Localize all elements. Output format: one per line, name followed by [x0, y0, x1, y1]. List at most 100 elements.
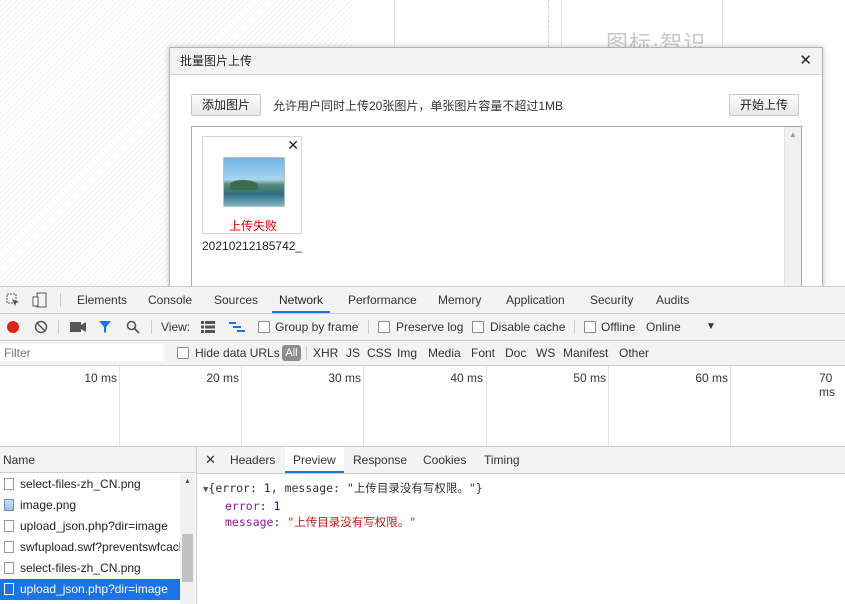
property-value: "上传目录没有写权限。"	[287, 515, 417, 529]
tab-application[interactable]: Application	[506, 287, 565, 313]
timeline-tick-label: 10 ms	[84, 371, 117, 385]
request-row-selected[interactable]: upload_json.php?dir=image	[0, 579, 180, 600]
inspect-element-icon[interactable]	[6, 287, 20, 313]
devtools-tabbar: Elements Console Sources Network Perform…	[0, 287, 845, 314]
add-image-button[interactable]: 添加图片	[191, 94, 262, 116]
device-toolbar-icon[interactable]	[32, 287, 48, 313]
request-row[interactable]: swfupload.swf?preventswfcach	[0, 537, 180, 558]
hide-data-urls-checkbox[interactable]	[177, 347, 189, 359]
preserve-log-checkbox[interactable]	[378, 321, 390, 333]
tab-timing[interactable]: Timing	[484, 447, 520, 473]
request-detail-pane: ✕ Headers Preview Response Cookies Timin…	[197, 447, 845, 604]
remove-item-icon[interactable]: ✕	[287, 137, 299, 154]
filter-type-manifest[interactable]: Manifest	[563, 341, 608, 365]
scroll-up-arrow-icon[interactable]: ▲	[789, 130, 797, 139]
filter-input[interactable]	[0, 344, 164, 361]
filter-type-ws[interactable]: WS	[536, 341, 555, 365]
timeline-gridline	[241, 366, 242, 446]
filter-funnel-icon[interactable]	[98, 314, 112, 340]
filter-type-font[interactable]: Font	[471, 341, 495, 365]
preview-summary: {error: 1, message: "上传目录没有写权限。"}	[208, 481, 483, 495]
filter-type-img[interactable]: Img	[397, 341, 417, 365]
preview-summary-line[interactable]: ▼{error: 1, message: "上传目录没有写权限。"}	[203, 480, 483, 498]
tab-console[interactable]: Console	[148, 287, 192, 313]
preserve-log-label: Preserve log	[396, 320, 464, 334]
filter-type-doc[interactable]: Doc	[505, 341, 526, 365]
timeline-gridline	[363, 366, 364, 446]
web-page-area: 图标·智识 批量图片上传 ✕ 添加图片 允许用户同时上传20张图片，单张图片容量…	[0, 0, 845, 286]
filter-type-js[interactable]: JS	[346, 341, 360, 365]
clear-icon[interactable]	[34, 314, 48, 340]
tab-memory[interactable]: Memory	[438, 287, 481, 313]
waterfall-overview-icon[interactable]	[229, 314, 245, 340]
preview-property-message: message: "上传目录没有写权限。"	[225, 515, 417, 529]
requests-pane: Name select-files-zh_CN.png image.png up…	[0, 447, 197, 604]
requests-scrollbar[interactable]: ▲	[180, 474, 195, 604]
offline-checkbox[interactable]	[584, 321, 596, 333]
filter-bar: Hide data URLs All XHR JS CSS Img Media …	[0, 341, 845, 366]
json-preview: ▼{error: 1, message: "上传目录没有写权限。"} error…	[203, 480, 483, 530]
tab-cookies[interactable]: Cookies	[423, 447, 466, 473]
upload-failed-status: 上传失败	[228, 219, 277, 233]
timeline-tick-label: 20 ms	[206, 371, 239, 385]
disable-cache-label: Disable cache	[490, 320, 566, 334]
large-rows-icon[interactable]	[201, 314, 215, 340]
dialog-close-icon[interactable]: ✕	[799, 48, 812, 74]
timeline-tick-label: 30 ms	[328, 371, 361, 385]
tab-performance[interactable]: Performance	[348, 287, 417, 313]
toolbar-separator	[306, 346, 307, 360]
list-scrollbar[interactable]: ▲	[784, 127, 801, 286]
tab-preview[interactable]: Preview	[285, 447, 344, 473]
upload-item: 上传失败 ✕ 20210212185742_5	[202, 136, 302, 264]
filter-type-css[interactable]: CSS	[367, 341, 392, 365]
timeline-tick-label: 50 ms	[573, 371, 606, 385]
filter-type-media[interactable]: Media	[428, 341, 461, 365]
file-icon	[4, 562, 14, 574]
upload-item-filename: 20210212185742_5	[202, 239, 302, 253]
dialog-title: 批量图片上传	[180, 54, 253, 68]
request-name: image.png	[20, 498, 77, 512]
throttling-select[interactable]: Online	[646, 314, 681, 340]
request-name: select-files-zh_CN.png	[20, 561, 141, 575]
scroll-up-arrow-icon[interactable]: ▲	[184, 478, 191, 485]
upload-list-box: 上传失败 ✕ 20210212185742_5 ▲	[191, 126, 802, 286]
request-row[interactable]: select-files-zh_CN.png	[0, 474, 180, 495]
filter-type-all[interactable]: All	[282, 345, 301, 361]
toolbar-separator	[58, 320, 59, 334]
request-row[interactable]: select-files-zh_CN.png	[0, 558, 180, 579]
name-column-header[interactable]: Name	[0, 447, 196, 473]
detail-tabbar: ✕ Headers Preview Response Cookies Timin…	[197, 447, 845, 474]
property-key: error	[225, 499, 260, 513]
dialog-titlebar: 批量图片上传 ✕	[170, 48, 822, 75]
toolbar-separator	[574, 320, 575, 334]
request-row[interactable]: image.png	[0, 495, 180, 516]
filter-type-xhr[interactable]: XHR	[313, 341, 338, 365]
view-label: View:	[161, 320, 191, 334]
tab-elements[interactable]: Elements	[77, 287, 127, 313]
screenshot-camera-icon[interactable]	[70, 314, 86, 340]
scrollbar-thumb[interactable]	[182, 534, 193, 582]
tab-network[interactable]: Network	[272, 287, 331, 313]
start-upload-button[interactable]: 开始上传	[729, 94, 800, 116]
request-name: upload_json.php?dir=image	[20, 519, 168, 533]
search-icon[interactable]	[126, 314, 140, 340]
throttling-dropdown-icon[interactable]: ▼	[706, 314, 716, 340]
tab-headers[interactable]: Headers	[230, 447, 275, 473]
tab-security[interactable]: Security	[590, 287, 633, 313]
file-icon	[4, 520, 14, 532]
toolbar-separator	[368, 320, 369, 334]
record-icon[interactable]	[6, 314, 20, 340]
network-overview-timeline[interactable]: 10 ms 20 ms 30 ms 40 ms 50 ms 60 ms 70 m…	[0, 366, 845, 447]
tab-sources[interactable]: Sources	[214, 287, 258, 313]
batch-upload-dialog: 批量图片上传 ✕ 添加图片 允许用户同时上传20张图片，单张图片容量不超过1MB…	[169, 47, 823, 286]
request-row[interactable]: upload_json.php?dir=image	[0, 516, 180, 537]
filter-type-other[interactable]: Other	[619, 341, 649, 365]
request-name: swfupload.swf?preventswfcach	[20, 540, 180, 554]
tab-response[interactable]: Response	[353, 447, 407, 473]
close-detail-icon[interactable]: ✕	[205, 447, 216, 473]
tab-audits[interactable]: Audits	[656, 287, 689, 313]
group-by-frame-checkbox[interactable]	[258, 321, 270, 333]
devtools-panel: Elements Console Sources Network Perform…	[0, 286, 845, 604]
disable-cache-checkbox[interactable]	[472, 321, 484, 333]
upload-hint-text: 允许用户同时上传20张图片，单张图片容量不超过1MB	[273, 99, 564, 113]
